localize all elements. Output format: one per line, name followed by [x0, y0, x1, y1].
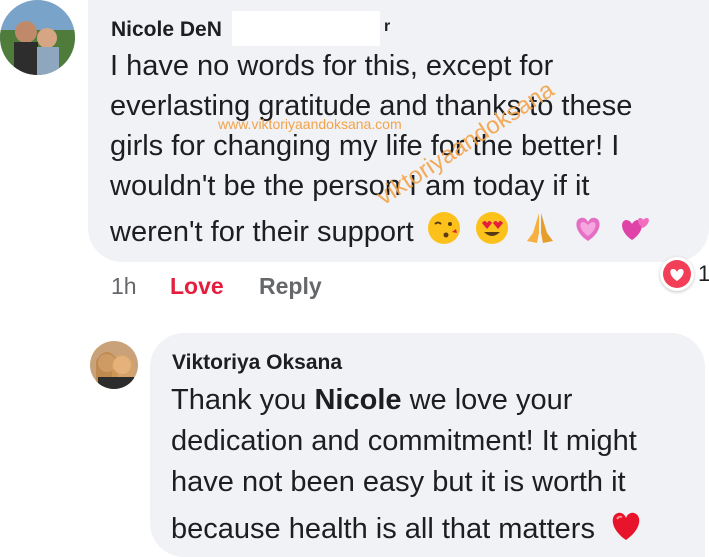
kiss-emoji-icon: [426, 210, 462, 257]
folded-hands-emoji-icon: [522, 210, 558, 257]
two-hearts-emoji-icon: [618, 210, 654, 257]
mentioned-name[interactable]: Nicole: [314, 384, 401, 416]
comment-line-2: everlasting gratitude and thanks to thes…: [110, 90, 633, 122]
reply-avatar-photo: [90, 341, 138, 389]
reply-avatar[interactable]: [90, 341, 138, 389]
sparkling-heart-emoji-icon: [570, 210, 606, 257]
heart-eyes-emoji-icon: [474, 210, 510, 257]
reaction-badge[interactable]: 1: [660, 256, 709, 292]
avatar[interactable]: [0, 0, 75, 75]
reply-line-4: because health is all that matters: [171, 507, 645, 554]
reaction-count: 1: [698, 261, 709, 286]
comment-author[interactable]: Nicole DeN: [111, 18, 222, 42]
comment-line-1: I have no words for this, except for: [110, 50, 554, 82]
reply-line-1: Thank you Nicole we love your: [171, 384, 573, 416]
love-reaction-button[interactable]: Love: [170, 273, 224, 300]
comment-line-4: wouldn't be the person I am today if it: [110, 170, 590, 202]
comment-line-5: weren't for their support: [110, 210, 654, 257]
reply-button[interactable]: Reply: [259, 273, 322, 300]
love-reaction-icon: [660, 257, 694, 291]
comment-line-3: girls for changing my life for the bette…: [110, 130, 620, 162]
reply-line-2: dedication and commitment! It might: [171, 425, 637, 457]
comment-author-suffix: r: [384, 18, 391, 35]
comment-time[interactable]: 1h: [111, 273, 137, 300]
name-redaction: [232, 11, 380, 46]
avatar-photo: [0, 0, 75, 75]
reply-line-3: have not been easy but it is worth it: [171, 466, 626, 498]
reply-author[interactable]: Viktoriya Oksana: [172, 351, 342, 375]
red-heart-emoji-icon: [607, 507, 645, 554]
